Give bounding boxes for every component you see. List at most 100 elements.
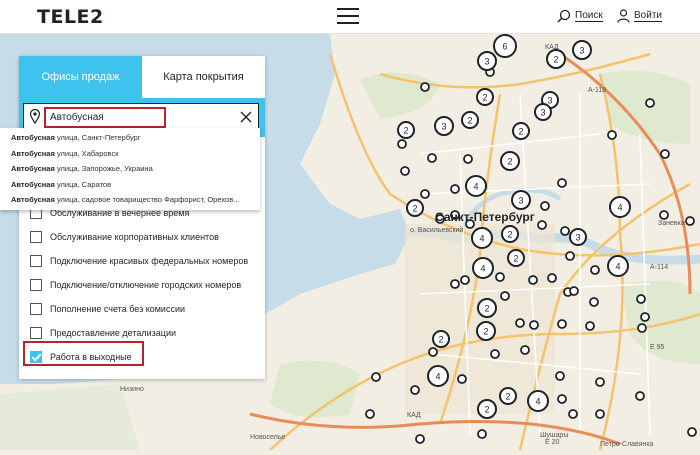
office-marker[interactable] bbox=[520, 345, 530, 355]
office-marker[interactable] bbox=[529, 320, 539, 330]
office-cluster[interactable]: 2 bbox=[477, 399, 497, 419]
login-link[interactable]: Войти bbox=[617, 9, 662, 23]
office-marker[interactable] bbox=[400, 166, 410, 176]
office-marker[interactable] bbox=[557, 319, 567, 329]
office-marker[interactable] bbox=[460, 275, 470, 285]
office-cluster[interactable]: 4 bbox=[607, 255, 629, 277]
office-marker[interactable] bbox=[371, 372, 381, 382]
office-marker[interactable] bbox=[410, 385, 420, 395]
checkbox-checked[interactable] bbox=[30, 351, 42, 363]
office-marker[interactable] bbox=[560, 226, 570, 236]
checkbox[interactable] bbox=[30, 255, 42, 267]
office-cluster[interactable]: 4 bbox=[527, 390, 549, 412]
checkbox[interactable] bbox=[30, 231, 42, 243]
office-marker[interactable] bbox=[660, 149, 670, 159]
office-marker[interactable] bbox=[540, 201, 550, 211]
suggestion-item[interactable]: Автобусная улица, Санкт-Петербург bbox=[0, 130, 260, 146]
suggestion-item[interactable]: Автобусная улица, садовое товарищество Ф… bbox=[0, 192, 260, 208]
office-cluster[interactable]: 3 bbox=[511, 190, 531, 210]
checkbox[interactable] bbox=[30, 303, 42, 315]
office-marker[interactable] bbox=[557, 178, 567, 188]
office-marker[interactable] bbox=[659, 210, 669, 220]
office-marker[interactable] bbox=[495, 272, 505, 282]
office-marker[interactable] bbox=[528, 275, 538, 285]
office-marker[interactable] bbox=[415, 434, 425, 444]
office-marker[interactable] bbox=[555, 371, 565, 381]
office-marker[interactable] bbox=[645, 98, 655, 108]
office-marker[interactable] bbox=[500, 291, 510, 301]
office-marker[interactable] bbox=[457, 374, 467, 384]
office-marker[interactable] bbox=[687, 427, 697, 437]
office-cluster[interactable]: 2 bbox=[512, 122, 530, 140]
office-marker[interactable] bbox=[450, 279, 460, 289]
menu-icon[interactable] bbox=[337, 8, 359, 24]
office-marker[interactable] bbox=[685, 216, 695, 226]
office-marker[interactable] bbox=[568, 409, 578, 419]
office-cluster[interactable]: 2 bbox=[499, 387, 517, 405]
office-marker[interactable] bbox=[397, 139, 407, 149]
office-cluster[interactable]: 4 bbox=[427, 365, 449, 387]
tele2-logo[interactable]: TELE2 bbox=[37, 6, 104, 28]
suggestion-item[interactable]: Автобусная улица, Хабаровск bbox=[0, 146, 260, 162]
suggestion-item[interactable]: Автобусная улица, Саратов bbox=[0, 177, 260, 193]
filter-weekends[interactable]: Работа в выходные bbox=[30, 350, 132, 364]
filter-beautiful-numbers[interactable]: Подключение красивых федеральных номеров bbox=[30, 254, 248, 268]
office-cluster[interactable]: 3 bbox=[572, 40, 592, 60]
filter-city-numbers[interactable]: Подключение/отключение городских номеров bbox=[30, 278, 241, 292]
office-marker[interactable] bbox=[427, 153, 437, 163]
office-marker[interactable] bbox=[585, 321, 595, 331]
office-cluster[interactable]: 2 bbox=[500, 151, 520, 171]
office-cluster[interactable]: 3 bbox=[477, 51, 497, 71]
office-cluster[interactable]: 4 bbox=[472, 257, 494, 279]
office-marker[interactable] bbox=[450, 184, 460, 194]
office-marker[interactable] bbox=[569, 286, 579, 296]
office-marker[interactable] bbox=[463, 154, 473, 164]
office-cluster[interactable]: 2 bbox=[546, 49, 566, 69]
office-marker[interactable] bbox=[537, 220, 547, 230]
office-marker[interactable] bbox=[420, 82, 430, 92]
office-cluster[interactable]: 3 bbox=[569, 228, 587, 246]
office-cluster[interactable]: 3 bbox=[434, 116, 454, 136]
filter-topup[interactable]: Пополнение счета без комиссии bbox=[30, 302, 185, 316]
tab-sales-offices[interactable]: Офисы продаж bbox=[19, 56, 142, 98]
office-cluster[interactable]: 4 bbox=[609, 196, 631, 218]
suggestion-item[interactable]: Автобусная улица, Запорожье, Украина bbox=[0, 161, 260, 177]
checkbox[interactable] bbox=[30, 327, 42, 339]
office-marker[interactable] bbox=[428, 347, 438, 357]
office-marker[interactable] bbox=[589, 297, 599, 307]
office-marker[interactable] bbox=[640, 312, 650, 322]
office-cluster[interactable]: 3 bbox=[534, 103, 552, 121]
office-marker[interactable] bbox=[637, 323, 647, 333]
office-marker[interactable] bbox=[547, 273, 557, 283]
office-marker[interactable] bbox=[477, 429, 487, 439]
office-cluster[interactable]: 2 bbox=[476, 88, 494, 106]
office-marker[interactable] bbox=[635, 391, 645, 401]
office-marker[interactable] bbox=[490, 349, 500, 359]
office-marker[interactable] bbox=[515, 318, 525, 328]
office-cluster[interactable]: 2 bbox=[461, 111, 479, 129]
checkbox[interactable] bbox=[30, 279, 42, 291]
office-cluster[interactable]: 2 bbox=[406, 199, 424, 217]
filter-details[interactable]: Предоставление детализации bbox=[30, 326, 176, 340]
office-cluster[interactable]: 2 bbox=[397, 121, 415, 139]
search-link[interactable]: Поиск bbox=[557, 9, 603, 23]
office-marker[interactable] bbox=[607, 130, 617, 140]
office-marker[interactable] bbox=[365, 409, 375, 419]
office-cluster[interactable]: 2 bbox=[501, 225, 519, 243]
office-marker[interactable] bbox=[590, 265, 600, 275]
office-cluster[interactable]: 2 bbox=[476, 321, 496, 341]
office-marker[interactable] bbox=[595, 409, 605, 419]
office-marker[interactable] bbox=[595, 377, 605, 387]
office-cluster[interactable]: 6 bbox=[493, 34, 517, 58]
office-cluster[interactable]: 4 bbox=[471, 227, 493, 249]
office-cluster[interactable]: 4 bbox=[465, 175, 487, 197]
office-marker[interactable] bbox=[636, 294, 646, 304]
office-marker[interactable] bbox=[565, 251, 575, 261]
office-cluster[interactable]: 2 bbox=[477, 298, 497, 318]
tab-coverage-map[interactable]: Карта покрытия bbox=[142, 56, 265, 98]
office-cluster[interactable]: 2 bbox=[507, 249, 525, 267]
office-cluster[interactable]: 2 bbox=[432, 330, 450, 348]
close-icon[interactable] bbox=[240, 111, 252, 123]
office-marker[interactable] bbox=[420, 189, 430, 199]
office-marker[interactable] bbox=[557, 394, 567, 404]
